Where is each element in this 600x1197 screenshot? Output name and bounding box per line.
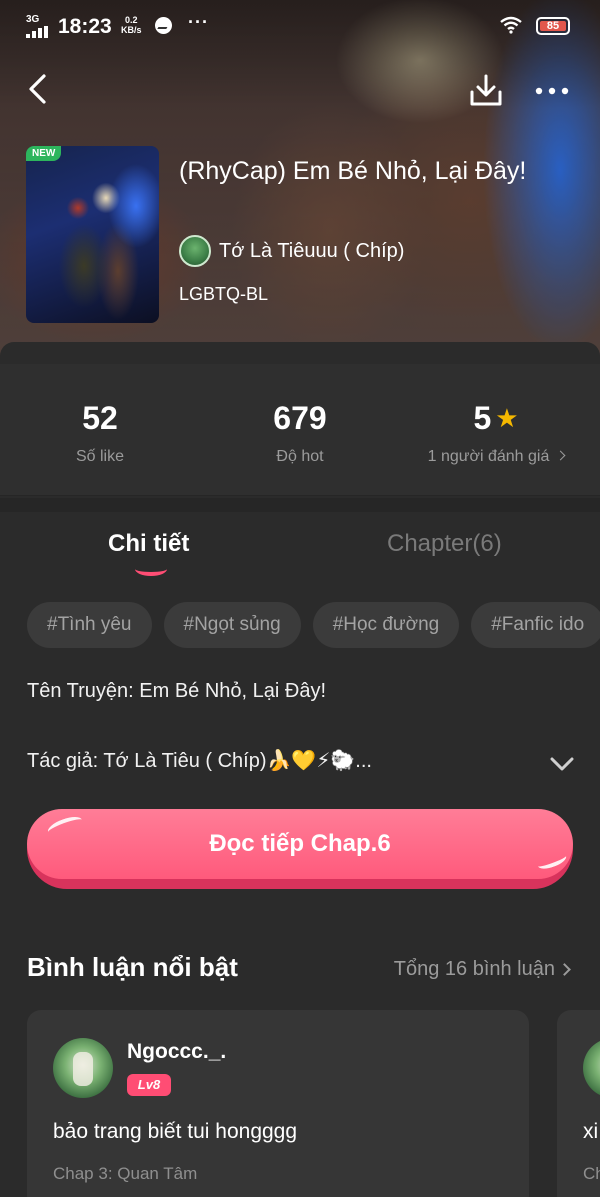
tag-list: #Tình yêu #Ngọt sủng #Học đường #Fanfic ido xyxy=(27,602,600,650)
tag-chip[interactable]: #Ngọt sủng xyxy=(163,602,301,648)
comments-heading: Bình luận nổi bật xyxy=(27,952,238,982)
section-divider xyxy=(0,498,600,512)
network-speed: 0.2 KB/s xyxy=(121,15,142,35)
comment-card[interactable]: Ngoccc._. Lv8 bảo trang biết tui hongggg… xyxy=(27,1010,529,1197)
tab-bar: Chi tiết Chapter(6) xyxy=(0,522,600,582)
signal-icon xyxy=(26,26,50,38)
author-row[interactable]: Tớ Là Tiêuuu ( Chíp) xyxy=(179,235,404,267)
rating-label: 1 người đánh giá xyxy=(427,448,550,465)
author-avatar xyxy=(179,235,211,267)
comment-card[interactable]: xi Ch xyxy=(557,1010,600,1197)
new-badge: NEW xyxy=(26,146,62,161)
comment-text: xi xyxy=(583,1120,599,1143)
comments-header: Bình luận nổi bật Tổng 16 bình luận xyxy=(27,952,573,988)
hot-label: Độ hot xyxy=(276,448,324,465)
comments-total-link[interactable]: Tổng 16 bình luận xyxy=(394,958,555,981)
tag-chip[interactable]: #Học đường xyxy=(312,602,460,648)
comments-carousel[interactable]: Ngoccc._. Lv8 bảo trang biết tui hongggg… xyxy=(27,1010,600,1197)
tab-details[interactable]: Chi tiết xyxy=(108,530,189,558)
messenger-icon xyxy=(155,17,172,34)
star-icon: ★ xyxy=(495,403,519,433)
commenter-name[interactable]: Ngoccc._. xyxy=(127,1040,226,1064)
continue-reading-button[interactable]: Đọc tiếp Chap.6 xyxy=(27,809,573,889)
comment-text: bảo trang biết tui hongggg xyxy=(53,1120,298,1143)
chevron-down-icon[interactable] xyxy=(550,756,574,772)
likes-count: 52 xyxy=(82,400,118,436)
clock: 18:23 xyxy=(58,15,112,38)
tag-chip[interactable]: #Fanfic ido xyxy=(471,602,600,648)
notification-dots: ··· xyxy=(188,12,209,32)
stat-likes: 52 Số like xyxy=(0,400,200,466)
battery-icon: 85 xyxy=(536,17,570,35)
rating-value: 5 xyxy=(473,400,492,436)
book-genre: LGBTQ-BL xyxy=(179,284,269,304)
commenter-avatar[interactable] xyxy=(583,1038,600,1098)
wifi-icon xyxy=(500,16,522,34)
stat-rating[interactable]: 5 ★ 1 người đánh giá xyxy=(396,400,596,466)
chevron-right-icon xyxy=(555,450,566,461)
battery-level: 85 xyxy=(540,21,566,32)
likes-label: Số like xyxy=(75,448,125,465)
hot-count: 679 xyxy=(273,400,327,436)
comment-chapter: Chap 3: Quan Tâm xyxy=(53,1164,198,1183)
download-button[interactable] xyxy=(468,72,504,108)
chevron-right-icon[interactable] xyxy=(558,963,571,976)
stat-hot: 679 Độ hot xyxy=(200,400,400,466)
back-button[interactable] xyxy=(22,72,56,106)
status-bar: 3G 18:23 0.2 KB/s ··· 85 xyxy=(0,0,600,52)
commenter-avatar[interactable] xyxy=(53,1038,113,1098)
author-name: Tớ Là Tiêuuu ( Chíp) xyxy=(219,239,405,262)
tag-chip[interactable]: #Tình yêu xyxy=(27,602,152,648)
active-tab-indicator xyxy=(135,562,167,576)
network-type: 3G xyxy=(26,14,40,25)
book-cover[interactable]: NEW xyxy=(26,146,159,323)
speed-value: 0.2 xyxy=(125,15,138,25)
continue-reading-label: Đọc tiếp Chap.6 xyxy=(27,809,573,879)
level-badge: Lv8 xyxy=(127,1074,171,1096)
description-author: Tác giả: Tớ Là Tiêu ( Chíp)🍌💛⚡🐑... xyxy=(27,750,372,772)
tab-chapters[interactable]: Chapter(6) xyxy=(387,530,502,558)
stats-bar: 52 Số like 679 Độ hot 5 ★ 1 người đánh gi… xyxy=(0,364,600,496)
main-panel: 52 Số like 679 Độ hot 5 ★ 1 người đánh gi… xyxy=(0,342,600,1197)
speed-unit: KB/s xyxy=(121,25,142,35)
description-title: Tên Truyện: Em Bé Nhỏ, Lại Đây! xyxy=(27,680,327,702)
more-options-button[interactable] xyxy=(532,76,572,106)
comment-chapter: Ch xyxy=(583,1164,600,1183)
book-title: (RhyCap) Em Bé Nhỏ, Lại Đây! xyxy=(179,157,527,185)
